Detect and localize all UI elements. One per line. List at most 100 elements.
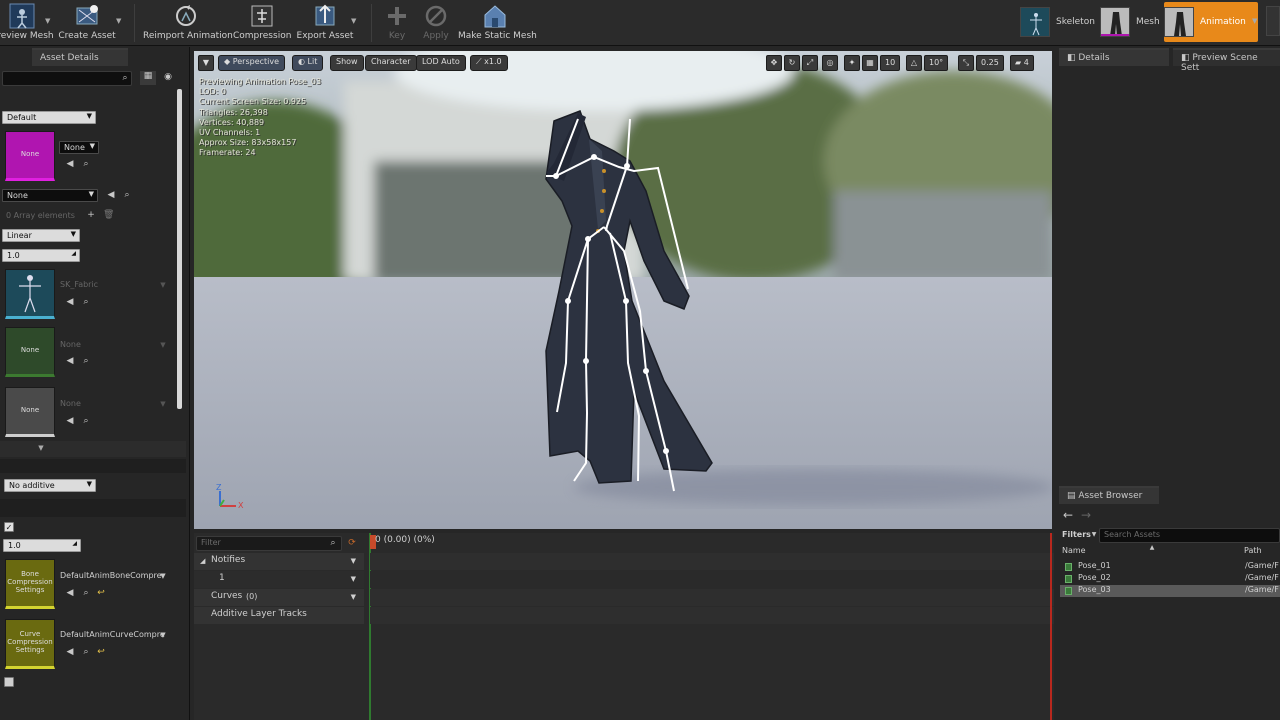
surface-snap-icon[interactable]: ◎	[822, 55, 838, 71]
enable-checkbox[interactable]: ✓	[4, 522, 14, 532]
search-icon[interactable]: ⌕	[328, 538, 338, 548]
bone-compression-thumb[interactable]: Bone Compression Settings	[5, 559, 55, 609]
asset-combo-2[interactable]: None ▼	[2, 189, 98, 202]
create-asset-button[interactable]: Create Asset	[58, 0, 116, 46]
chevron-down-icon[interactable]: ▼	[158, 630, 168, 640]
forward-arrow-icon[interactable]: →	[1081, 509, 1091, 521]
tab-details[interactable]: ◧ Details	[1059, 48, 1169, 66]
viewport-options-icon[interactable]: ▼	[198, 55, 214, 71]
section-expander[interactable]: ▼	[0, 441, 186, 457]
thumbnail-none-2[interactable]: None	[5, 327, 55, 377]
tab-asset-browser[interactable]: ▤ Asset Browser	[1059, 486, 1159, 504]
interpolation-combo[interactable]: Linear ▼	[2, 229, 80, 242]
asset-row-selected[interactable]: Pose_03 /Game/F	[1060, 585, 1280, 597]
playback-speed-button[interactable]: ⟋ x1.0	[470, 55, 508, 71]
scale-field[interactable]: 1.0 ◢	[3, 539, 81, 552]
back-arrow-icon[interactable]: ◀	[65, 297, 75, 307]
asset-row[interactable]: Pose_02 /Game/F	[1060, 573, 1280, 585]
chevron-down-icon[interactable]: ▼	[1089, 530, 1099, 540]
back-arrow-icon[interactable]: ←	[1063, 509, 1073, 521]
scale-icon[interactable]: ⤢	[802, 55, 818, 71]
details-scrollbar[interactable]	[177, 89, 182, 409]
lod-button[interactable]: LOD Auto	[416, 55, 466, 71]
compression-button[interactable]: Compression	[233, 0, 291, 46]
browse-icon[interactable]: ⌕	[81, 416, 91, 426]
curve-compression-thumb[interactable]: Curve Compression Settings	[5, 619, 55, 669]
rate-scale-field[interactable]: 1.0 ◢	[2, 249, 80, 262]
notify-track-row[interactable]: 1 ▼	[194, 571, 364, 588]
mode-dropdown-icon[interactable]: ▼	[1252, 17, 1260, 25]
notify-track[interactable]	[370, 571, 1054, 588]
thumbnail-none-3[interactable]: None	[5, 387, 55, 437]
details-search-input[interactable]	[2, 71, 132, 86]
chevron-down-icon[interactable]: ▼	[158, 571, 168, 581]
curves-track-header[interactable]: Curves (0) ▼	[194, 589, 364, 606]
grid-snap-icon[interactable]: ▦	[862, 55, 878, 71]
trash-icon[interactable]: 🗑	[103, 210, 114, 220]
preview-pose-combo[interactable]: Default ▼	[2, 111, 96, 124]
rotation-snap-value[interactable]: 10°	[924, 55, 949, 71]
asset-row[interactable]: Pose_01 /Game/F	[1060, 561, 1280, 573]
asset-search-input[interactable]: Search Assets	[1099, 528, 1280, 543]
camera-speed-button[interactable]: ▰ 4	[1010, 55, 1034, 71]
browse-icon[interactable]: ⌕	[122, 190, 132, 200]
scale-snap-icon[interactable]: ⤡	[958, 55, 974, 71]
scale-snap-value[interactable]: 0.25	[976, 55, 1004, 71]
back-arrow-icon[interactable]: ◀	[106, 190, 116, 200]
additive-type-combo[interactable]: No additive ▼	[4, 479, 96, 492]
browse-icon[interactable]: ⌕	[81, 297, 91, 307]
asset-combo-1[interactable]: None ▼	[59, 141, 99, 154]
notifies-track[interactable]	[370, 553, 1054, 570]
view-options-icon[interactable]: ▦	[140, 71, 156, 85]
mesh-mode-button[interactable]: Mesh	[1100, 2, 1166, 42]
path-column-header[interactable]: Path	[1244, 546, 1262, 555]
apply-button[interactable]: Apply	[422, 0, 450, 46]
add-icon[interactable]: +	[86, 210, 96, 220]
browse-icon[interactable]: ⌕	[81, 356, 91, 366]
reimport-animation-button[interactable]: Reimport Animation	[143, 0, 233, 46]
create-asset-dropdown-icon[interactable]: ▼	[116, 17, 124, 25]
rotation-snap-icon[interactable]: △	[906, 55, 922, 71]
skeleton-mode-button[interactable]: Skeleton	[1020, 2, 1101, 42]
browse-icon[interactable]: ⌕	[81, 159, 91, 169]
additive-track[interactable]	[370, 607, 1054, 624]
notifies-track-header[interactable]: ◢ Notifies ▼	[194, 553, 364, 570]
back-arrow-icon[interactable]: ◀	[65, 588, 75, 598]
back-arrow-icon[interactable]: ◀	[65, 416, 75, 426]
back-arrow-icon[interactable]: ◀	[65, 647, 75, 657]
back-arrow-icon[interactable]: ◀	[65, 356, 75, 366]
eye-icon[interactable]: ◉	[160, 72, 176, 82]
make-static-mesh-button[interactable]: Make Static Mesh	[458, 0, 537, 46]
character-button[interactable]: Character	[365, 55, 417, 71]
option-checkbox[interactable]	[4, 677, 14, 687]
browse-icon[interactable]: ⌕	[81, 588, 91, 598]
sync-icon[interactable]: ⟳	[347, 538, 357, 548]
export-asset-button[interactable]: Export Asset	[296, 0, 354, 46]
chevron-down-icon[interactable]: ▼	[158, 340, 168, 350]
export-asset-dropdown-icon[interactable]: ▼	[351, 17, 359, 25]
back-arrow-icon[interactable]: ◀	[65, 159, 75, 169]
timeline-filter-input[interactable]: Filter	[196, 536, 342, 551]
browse-icon[interactable]: ⌕	[81, 647, 91, 657]
reset-icon[interactable]: ↩	[96, 588, 106, 598]
chevron-down-icon[interactable]: ▼	[158, 399, 168, 409]
thumbnail-none-1[interactable]: None	[5, 131, 55, 181]
reset-icon[interactable]: ↩	[96, 647, 106, 657]
key-button[interactable]: Key	[384, 0, 410, 46]
grid-snap-value[interactable]: 10	[880, 55, 901, 71]
skeleton-asset-thumb[interactable]	[5, 269, 55, 319]
preview-mesh-dropdown-icon[interactable]: ▼	[45, 17, 53, 25]
show-button[interactable]: Show	[330, 55, 364, 71]
name-column-header[interactable]: Name	[1062, 546, 1086, 555]
world-local-icon[interactable]: ✦	[844, 55, 860, 71]
rotate-icon[interactable]: ↻	[784, 55, 800, 71]
filters-button[interactable]: Filters	[1062, 530, 1091, 539]
lit-button[interactable]: ◐ Lit	[292, 55, 324, 71]
end-marker[interactable]	[1050, 533, 1052, 720]
perspective-button[interactable]: ◆ Perspective	[218, 55, 286, 71]
tab-asset-details[interactable]: Asset Details	[32, 48, 128, 66]
chevron-down-icon[interactable]: ▼	[158, 280, 168, 290]
extra-mode-thumb[interactable]	[1266, 6, 1280, 36]
additive-tracks-header[interactable]: Additive Layer Tracks	[194, 607, 364, 624]
animation-mode-button[interactable]: Animation	[1164, 2, 1258, 42]
